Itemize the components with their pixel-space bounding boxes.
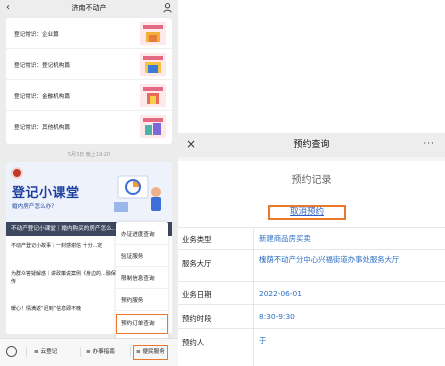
record-row: 业务类型 新建商品房买卖: [178, 227, 445, 249]
booking-query-panel: 预约查询 × ··· 预约记录 取消预约 业务类型 新建商品房买卖 服务大厅 槐…: [178, 133, 445, 366]
row-divider: [253, 282, 254, 304]
promo-list-item[interactable]: 暖心！情满返“迟到”信息即不晚: [11, 305, 121, 313]
menu-item-progress-query[interactable]: 办证进度查询: [116, 225, 168, 245]
tab-divider: [80, 347, 81, 357]
row-divider: [253, 250, 254, 281]
wechat-official-account-panel: ‹ 济南不动产 登记常识：企业篇 登记常识：登记机构篇 登记常识：金融机构篇 登…: [0, 0, 178, 366]
record-row: 预约人 于: [178, 328, 445, 366]
chevron-left-icon[interactable]: ‹: [6, 2, 10, 14]
row-value: 新建商品房买卖: [259, 234, 311, 243]
record-row: 服务大厅 槐荫不动产分中心兴福街道办事处服务大厅: [178, 249, 445, 281]
bottom-menu-bar: ≡ 云登记 ≡ 办事指南 ≡ 便民服务: [0, 338, 178, 366]
promo-list-item[interactable]: 不动产登记小故事｜一封感谢信 十分...定: [11, 242, 121, 250]
navigation-bar: 预约查询 × ···: [178, 133, 445, 157]
keyboard-toggle-icon[interactable]: [6, 346, 17, 357]
tab-divider: [26, 347, 27, 357]
row-value: 8:30-9:30: [259, 312, 295, 321]
row-label: 业务日期: [182, 290, 212, 299]
row-divider: [253, 329, 254, 366]
row-value: 于: [259, 336, 267, 345]
message-timestamp: 5月3日 晚上19:20: [67, 152, 111, 158]
article-thumbnail: [140, 115, 166, 138]
row-divider: [253, 228, 254, 249]
record-row: 预约时段 8:30-9:30: [178, 304, 445, 328]
article-title: 登记常识：金融机构篇: [14, 94, 70, 100]
account-logo-icon: [11, 167, 23, 179]
row-value: 2022-06-01: [259, 289, 302, 298]
article-title: 登记常识：其他机构篇: [14, 125, 70, 131]
menu-item-verification[interactable]: 验证服务: [116, 247, 168, 267]
article-thumbnail: [140, 22, 166, 45]
article-title: 登记常识：登记机构篇: [14, 63, 70, 69]
account-title: 济南不动产: [71, 4, 107, 12]
service-popup-menu: 办证进度查询 验证服务 限制信息查询 预约服务 预约订单查询: [116, 222, 168, 338]
row-value: 槐荫不动产分中心兴福街道办事处服务大厅: [259, 255, 400, 264]
article-item[interactable]: 登记常识：金融机构篇: [6, 80, 172, 111]
row-divider: [253, 305, 254, 328]
banner-title: 登记小课堂: [12, 186, 80, 201]
menu-item-booking-order-query[interactable]: 预约订单查询: [116, 314, 168, 334]
promo-list-item[interactable]: 为群众答疑解惑｜讲政策说案例《身边的...融保宣传: [11, 270, 121, 286]
article-item[interactable]: 登记常识：登记机构篇: [6, 49, 172, 80]
article-item[interactable]: 登记常识：其他机构篇: [6, 111, 172, 142]
tab-convenience-service[interactable]: ≡ 便民服务: [133, 345, 168, 360]
banner-illustration-icon: [114, 175, 161, 212]
article-title: 登记常识：企业篇: [14, 32, 59, 38]
record-row: 业务日期 2022-06-01: [178, 281, 445, 304]
record-heading: 预约记录: [291, 175, 332, 186]
screenshot-composite: ‹ 济南不动产 登记常识：企业篇 登记常识：登记机构篇 登记常识：金融机构篇 登…: [0, 0, 445, 366]
article-list-card: 登记常识：企业篇 登记常识：登记机构篇 登记常识：金融机构篇 登记常识：其他机构…: [6, 18, 172, 144]
row-label: 预约人: [182, 338, 205, 347]
row-label: 业务类型: [182, 235, 212, 244]
row-label: 服务大厅: [182, 259, 212, 268]
close-icon[interactable]: ×: [186, 136, 196, 152]
tab-cloud-registration[interactable]: ≡ 云登记: [34, 346, 57, 359]
banner-subtitle: 婚内房产怎么办？: [12, 204, 57, 210]
nav-divider: [178, 157, 445, 161]
menu-item-booking-service[interactable]: 预约服务: [116, 291, 168, 311]
account-header: ‹ 济南不动产: [0, 0, 178, 16]
cancel-booking-link[interactable]: 取消预约: [270, 207, 344, 218]
article-item[interactable]: 登记常识：企业篇: [6, 18, 172, 49]
menu-item-restriction-query[interactable]: 限制信息查询: [116, 269, 168, 289]
tab-service-guide[interactable]: ≡ 办事指南: [86, 346, 115, 359]
row-label: 预约时段: [182, 314, 212, 323]
tab-divider: [130, 347, 131, 357]
page-title: 预约查询: [293, 140, 330, 150]
person-icon[interactable]: [163, 3, 172, 13]
cancel-highlight-box: 取消预约: [268, 205, 346, 220]
promo-banner[interactable]: 登记小课堂 婚内房产怎么办？: [6, 162, 172, 222]
article-thumbnail: [140, 53, 166, 76]
more-options-icon[interactable]: ···: [423, 136, 435, 152]
article-thumbnail: [140, 84, 166, 107]
